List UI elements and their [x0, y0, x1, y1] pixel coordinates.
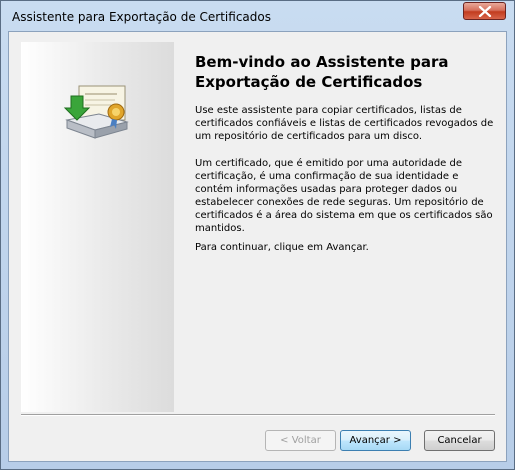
- next-button[interactable]: Avançar >: [340, 430, 411, 451]
- title-bar[interactable]: Assistente para Exportação de Certificad…: [1, 1, 514, 31]
- side-banner: [21, 42, 174, 412]
- continue-instruction: Para continuar, clique em Avançar.: [195, 242, 369, 253]
- wizard-window: Assistente para Exportação de Certificad…: [0, 0, 515, 470]
- close-button[interactable]: [463, 2, 506, 20]
- footer-divider: [21, 414, 495, 416]
- page-title: Bem-vindo ao Assistente para Exportação …: [195, 53, 449, 91]
- certificate-description: Um certificado, que é emitido por uma au…: [195, 158, 493, 234]
- window-title: Assistente para Exportação de Certificad…: [12, 10, 271, 24]
- wizard-body: Bem-vindo ao Assistente para Exportação …: [8, 31, 507, 462]
- certificate-export-icon: [63, 85, 129, 139]
- intro-paragraph: Use este assistente para copiar certific…: [195, 105, 494, 142]
- close-icon: [478, 6, 492, 17]
- back-button[interactable]: < Voltar: [265, 430, 336, 451]
- cancel-button[interactable]: Cancelar: [424, 430, 495, 451]
